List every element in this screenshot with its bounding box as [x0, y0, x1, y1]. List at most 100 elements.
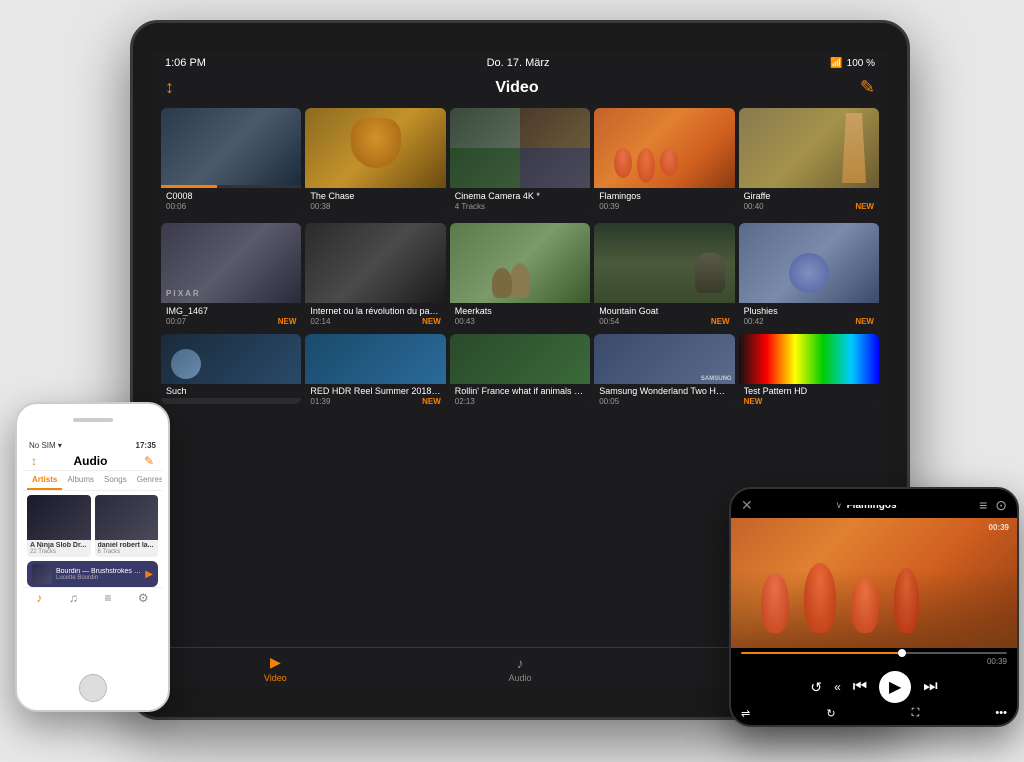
player-close-button[interactable]: ✕ [741, 497, 753, 514]
video-item-internet[interactable]: Internet ou la révolution du partage 02:… [305, 223, 445, 330]
video-meta-meerkats: 00:43 [455, 317, 585, 326]
video-meta-giraffe: 00:40 NEW [744, 202, 874, 211]
status-right: 📶 100 % [830, 58, 875, 69]
tab-genres[interactable]: Genres [132, 471, 162, 490]
tab-songs[interactable]: Songs [99, 471, 132, 490]
more-icon[interactable]: ••• [995, 707, 1007, 720]
video-item-red[interactable]: RED HDR Reel Summer 2018 Shot on RED PiW… [305, 334, 445, 404]
tab-audio[interactable]: ♪ Audio [398, 655, 643, 683]
iphone-home-button[interactable] [79, 674, 107, 702]
sort-icon[interactable]: ↕ [165, 77, 174, 98]
old-tab-settings[interactable]: ⚙ [138, 591, 149, 605]
video-info-c0008: C0008 00:06 [161, 188, 301, 215]
video-item-goat[interactable]: Mountain Goat 00:54 NEW [594, 223, 734, 330]
video-item-flamingos[interactable]: Flamingos 00:39 [594, 108, 734, 215]
video-info-rollin: Rollin' France what if animals were roun… [450, 384, 590, 404]
video-item-cinema[interactable]: Cinema Camera 4K * 4 Tracks [450, 108, 590, 215]
artist-item-2[interactable]: daniel robert la... 6 Tracks [95, 495, 159, 557]
artist-art-1 [27, 495, 91, 540]
video-info-cinema: Cinema Camera 4K * 4 Tracks [450, 188, 590, 215]
video-duration-flamingos: 00:39 [599, 202, 619, 211]
video-item-test[interactable]: Test Pattern HD NEW [739, 334, 879, 404]
video-item-giraffe[interactable]: Giraffe 00:40 NEW [739, 108, 879, 215]
old-tab-bars[interactable]: ≡ [104, 591, 111, 605]
video-info-such: Such [161, 384, 301, 398]
progress-scrubber[interactable] [898, 649, 906, 657]
iphone-old-title: Audio [73, 454, 107, 468]
video-thumb-chase [305, 108, 445, 188]
video-item-such[interactable]: Such [161, 334, 301, 404]
video-thumb-img1467: P I X A R [161, 223, 301, 303]
fullscreen-icon[interactable]: ⛶ [912, 707, 920, 720]
video-meta-internet: 02:14 NEW [310, 317, 440, 326]
iphone-x-device: ✕ ∨ Flamingos ≡ ⊙ 00:39 00:39 [729, 487, 1019, 727]
video-title-img1467: IMG_1467 [166, 306, 296, 316]
video-item-meerkats[interactable]: Meerkats 00:43 [450, 223, 590, 330]
tab-video-label: Video [264, 673, 287, 683]
video-meta-cinema: 4 Tracks [455, 202, 585, 211]
video-title-rollin: Rollin' France what if animals were roun… [455, 386, 585, 396]
video-new-red: NEW [422, 397, 441, 404]
player-profile-icon[interactable]: ⊙ [995, 497, 1007, 514]
skip-forward-icon[interactable]: ⏭ [923, 678, 937, 696]
video-item-plushies[interactable]: Plushies 00:42 NEW [739, 223, 879, 330]
bars-icon-old: ≡ [104, 591, 111, 605]
video-meta-img1467: 00:07 NEW [166, 317, 296, 326]
play-pause-button[interactable]: ▶ [879, 671, 911, 703]
player-progress-area[interactable] [731, 648, 1017, 656]
cinema-cell-2 [520, 108, 590, 148]
video-title-such: Such [166, 386, 296, 396]
video-meta-flamingos: 00:39 [599, 202, 729, 211]
artist-title-1: A Ninja Slob Dr... [30, 542, 88, 549]
old-tab-music[interactable]: ♫ [69, 591, 78, 605]
now-playing-play-icon[interactable]: ▶ [145, 569, 153, 580]
rewind-10-icon[interactable]: « [834, 680, 841, 694]
player-settings-icon[interactable]: ≡ [979, 497, 987, 514]
now-playing-artist: Lucette Bourdin [56, 575, 141, 581]
video-meta-rollin: 02:13 [455, 397, 585, 404]
now-playing-bar[interactable]: Bourdin — Brushstrokes Echo Lucette Bour… [27, 561, 158, 587]
progress-track[interactable] [741, 652, 1007, 654]
now-playing-art [32, 564, 52, 584]
repeat-icon[interactable]: ↻ [826, 707, 835, 720]
artist-title-2: daniel robert la... [98, 542, 156, 549]
edit-icon[interactable]: ✎ [860, 77, 875, 98]
artist-item-1[interactable]: A Ninja Slob Dr... 22 Tracks [27, 495, 91, 557]
tab-video[interactable]: ▶ Video [153, 654, 398, 683]
video-item-c0008[interactable]: C0008 00:06 [161, 108, 301, 215]
video-info-internet: Internet ou la révolution du partage 02:… [305, 303, 445, 330]
video-new-internet: NEW [422, 317, 441, 326]
video-info-flamingos: Flamingos 00:39 [594, 188, 734, 215]
iphone-old-tabbar: ♪ ♫ ≡ ⚙ [23, 587, 162, 608]
tab-artists[interactable]: Artists [27, 471, 62, 490]
tab-albums[interactable]: Albums [62, 471, 99, 490]
video-meta-samsung: 00:05 [599, 397, 729, 404]
video-meta-plushies: 00:42 NEW [744, 317, 874, 326]
video-thumb-red [305, 334, 445, 384]
video-title-chase: The Chase [310, 191, 440, 201]
video-meta-c0008: 00:06 [166, 202, 296, 211]
video-info-giraffe: Giraffe 00:40 NEW [739, 188, 879, 215]
battery-status: 100 % [847, 58, 875, 69]
old-tab-home[interactable]: ♪ [36, 591, 42, 605]
player-top-right-controls: ≡ ⊙ [979, 497, 1007, 514]
video-thumb-plushies [739, 223, 879, 303]
settings-icon-old: ⚙ [138, 591, 149, 605]
video-item-img1467[interactable]: P I X A R IMG_1467 00:07 NEW [161, 223, 301, 330]
video-info-goat: Mountain Goat 00:54 NEW [594, 303, 734, 330]
video-duration-red: 01:39 [310, 397, 330, 404]
carrier-label: No SIM ▾ [29, 441, 62, 450]
home-icon-old: ♪ [36, 591, 42, 605]
iphone-speaker [73, 418, 113, 422]
video-thumb-goat [594, 223, 734, 303]
video-thumb-meerkats [450, 223, 590, 303]
video-duration-goat: 00:54 [599, 317, 619, 326]
video-duration-plushies: 00:42 [744, 317, 764, 326]
video-item-chase[interactable]: The Chase 00:38 [305, 108, 445, 215]
shuffle-icon[interactable]: ⇌ [741, 707, 750, 720]
replay-icon[interactable]: ↺ [810, 679, 822, 696]
skip-back-icon[interactable]: ⏮ [853, 678, 867, 696]
video-item-samsung[interactable]: SAMSUNG Samsung Wonderland Two HDR UHD 4… [594, 334, 734, 404]
video-item-rollin[interactable]: Rollin' France what if animals were roun… [450, 334, 590, 404]
artist-count-1: 22 Tracks [30, 549, 88, 555]
